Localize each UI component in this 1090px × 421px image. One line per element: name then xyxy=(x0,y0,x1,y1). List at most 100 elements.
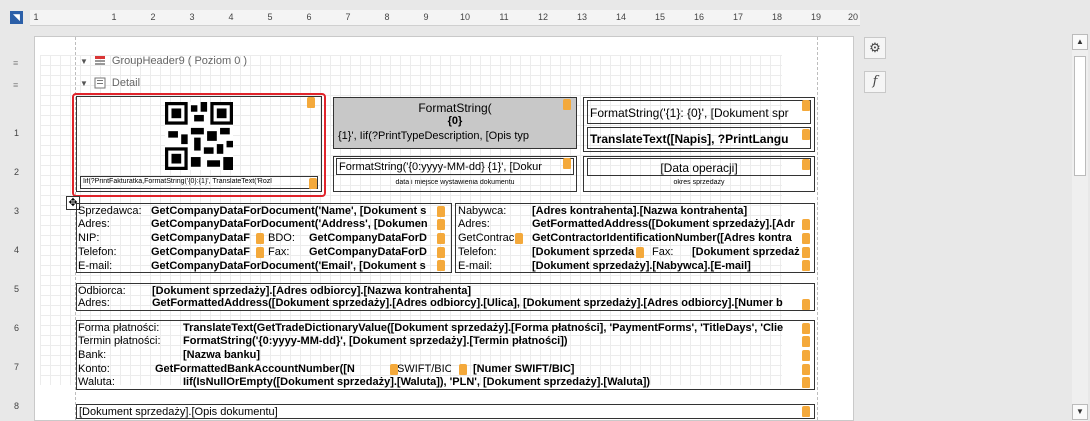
seller-label: Adres: xyxy=(78,218,110,230)
smart-tag-icon[interactable] xyxy=(636,247,644,258)
swift-label: SWIFT/BIC xyxy=(397,363,451,375)
vertical-scrollbar[interactable]: ▲ ▼ xyxy=(1072,34,1088,421)
band-group-header[interactable]: ▼ GroupHeader9 ( Poziom 0 ) xyxy=(80,51,247,71)
ruler-tick: 13 xyxy=(576,12,588,22)
ruler-tick: 5 xyxy=(267,12,273,22)
collapse-arrow-icon[interactable]: ▼ xyxy=(80,57,88,66)
seller-panel[interactable]: Sprzedawca: Adres: NIP: Telefon: E-mail:… xyxy=(76,203,452,273)
bank-account-field[interactable]: GetFormattedBankAccountNumber([N xyxy=(155,363,371,375)
recipient-panel[interactable]: Odbiorca: Adres: [Dokument sprzedaży].[A… xyxy=(76,283,815,311)
ruler-corner-icon[interactable]: ◥ xyxy=(10,11,23,24)
seller-name-field[interactable]: GetCompanyDataForDocument('Name', [Dokum… xyxy=(151,205,439,217)
recipient-name-field[interactable]: [Dokument sprzedaży].[Adres odbiorcy].[N… xyxy=(152,285,802,297)
sale-period-container[interactable]: [Data operacji] okres sprzedaży xyxy=(583,156,815,192)
field-text: FormatString('{1}: {0}', [Dokument spr xyxy=(590,106,789,120)
bank-name-field[interactable]: [Nazwa banku] xyxy=(183,349,805,361)
operation-date-field[interactable]: [Data operacji] xyxy=(587,158,811,176)
buyer-panel[interactable]: Nabywca: Adres: GetContrac Telefon: E-ma… xyxy=(455,203,815,273)
currency-field[interactable]: Iif(IsNullOrEmpty([Dokument sprzedaży].[… xyxy=(183,376,805,388)
collapse-arrow-icon[interactable]: ▼ xyxy=(80,79,88,88)
doc-number-field[interactable]: FormatString('{1}: {0}', [Dokument spr xyxy=(587,100,811,124)
buyer-fax-field[interactable]: [Dokument sprzedaż xyxy=(692,246,800,258)
smart-tag-icon[interactable] xyxy=(256,233,264,244)
swift-field[interactable]: [Numer SWIFT/BIC] xyxy=(473,363,803,375)
seller-bdo-label: BDO: xyxy=(268,232,295,244)
scroll-up-icon[interactable]: ▲ xyxy=(1072,34,1088,50)
smart-tag-icon[interactable] xyxy=(802,323,810,334)
scroll-thumb[interactable] xyxy=(1074,56,1086,176)
payment-term-field[interactable]: FormatString('{0:yyyy-MM-dd}', [Dokument… xyxy=(183,335,805,347)
ruler-tick: 2 xyxy=(14,167,20,177)
ruler-tick: 4 xyxy=(228,12,234,22)
seller-label: NIP: xyxy=(78,232,100,244)
smart-tag-icon[interactable] xyxy=(437,233,445,244)
smart-tag-icon[interactable] xyxy=(802,350,810,361)
ruler-tick: 5 xyxy=(14,284,20,294)
smart-tag-icon[interactable] xyxy=(802,247,810,258)
smart-tag-icon[interactable] xyxy=(437,260,445,271)
smart-tag-icon[interactable] xyxy=(459,364,467,375)
smart-tag-icon[interactable] xyxy=(802,406,810,417)
payment-panel[interactable]: Forma płatności: Termin płatności: Bank:… xyxy=(76,320,815,390)
vertical-ruler: ≡ ≡ 1 2 3 4 5 6 7 8 xyxy=(0,36,30,421)
seller-fax-field[interactable]: GetCompanyDataForD xyxy=(309,246,439,258)
band-menu-icon[interactable]: ≡ xyxy=(13,80,18,90)
margin-guide xyxy=(817,37,818,420)
smart-tag-icon[interactable] xyxy=(802,364,810,375)
issue-date-container[interactable]: FormatString('{0:yyyy-MM-dd} {1}', [Doku… xyxy=(333,156,577,192)
ruler-tick: 8 xyxy=(384,12,390,22)
gear-icon[interactable]: ⚙ xyxy=(864,37,886,59)
ruler-tick: 10 xyxy=(459,12,471,22)
ruler-tick: 14 xyxy=(615,12,627,22)
ruler-tick: 16 xyxy=(693,12,705,22)
buyer-phone-field[interactable]: [Dokument sprzeda xyxy=(532,246,640,258)
description-field[interactable]: [Dokument sprzedaży].[Opis dokumentu] xyxy=(76,404,815,419)
buyer-name-field[interactable]: [Adres kontrahenta].[Nazwa kontrahenta] xyxy=(532,205,800,217)
doc-title-field[interactable]: FormatString( {0} {1}', Iif(?PrintTypeDe… xyxy=(333,97,577,149)
seller-email-field[interactable]: GetCompanyDataForDocument('Email', [Doku… xyxy=(151,260,439,272)
payment-label: Waluta: xyxy=(78,376,115,388)
smart-tag-icon[interactable] xyxy=(802,129,810,140)
smart-tag-icon[interactable] xyxy=(563,99,571,110)
smart-tag-icon[interactable] xyxy=(437,247,445,258)
seller-nip-field[interactable]: GetCompanyDataF xyxy=(151,232,255,244)
buyer-email-field[interactable]: [Dokument sprzedaży].[Nabywca].[E-mail] xyxy=(532,260,800,272)
payment-label: Termin płatności: xyxy=(78,335,161,347)
recipient-address-field[interactable]: GetFormattedAddress([Dokument sprzedaży]… xyxy=(152,297,802,309)
seller-bdo-field[interactable]: GetCompanyDataForD xyxy=(309,232,439,244)
language-label-field[interactable]: TranslateText([Napis], ?PrintLangu xyxy=(587,127,811,149)
buyer-nip-field[interactable]: GetContractorIdentificationNumber([Adres… xyxy=(532,232,800,244)
ruler-tick: 8 xyxy=(14,401,20,411)
ruler-tick: 3 xyxy=(14,206,20,216)
band-menu-icon[interactable]: ≡ xyxy=(13,58,18,68)
smart-tag-icon[interactable] xyxy=(802,159,810,170)
smart-tag-icon[interactable] xyxy=(563,158,571,169)
function-icon[interactable]: f xyxy=(864,71,886,93)
smart-tag-icon[interactable] xyxy=(802,377,810,388)
issue-date-field[interactable]: FormatString('{0:yyyy-MM-dd} {1}', [Doku… xyxy=(336,158,574,175)
scroll-down-icon[interactable]: ▼ xyxy=(1072,404,1088,420)
seller-phone-field[interactable]: GetCompanyDataF xyxy=(151,246,255,258)
smart-tag-icon[interactable] xyxy=(802,260,810,271)
recipient-label: Odbiorca: xyxy=(78,285,126,297)
smart-tag-icon[interactable] xyxy=(802,336,810,347)
band-detail[interactable]: ▼ Detail xyxy=(80,73,140,93)
doc-number-container[interactable]: FormatString('{1}: {0}', [Dokument spr T… xyxy=(583,97,815,152)
seller-label: E-mail: xyxy=(78,260,113,272)
payment-form-field[interactable]: TranslateText(GetTradeDictionaryValue([D… xyxy=(183,322,805,334)
smart-tag-icon[interactable] xyxy=(437,206,445,217)
seller-address-field[interactable]: GetCompanyDataForDocument('Address', [Do… xyxy=(151,218,439,230)
field-text: TranslateText([Napis], ?PrintLangu xyxy=(590,132,789,146)
smart-tag-icon[interactable] xyxy=(256,247,264,258)
group-header-icon xyxy=(94,55,106,67)
smart-tag-icon[interactable] xyxy=(802,100,810,111)
smart-tag-icon[interactable] xyxy=(515,233,523,244)
buyer-address-field[interactable]: GetFormattedAddress([Dokument sprzedaży]… xyxy=(532,218,800,230)
smart-tag-icon[interactable] xyxy=(802,299,810,310)
smart-tag-icon[interactable] xyxy=(802,219,810,230)
smart-tag-icon[interactable] xyxy=(802,233,810,244)
field-text: FormatString('{0:yyyy-MM-dd} {1}', [Doku… xyxy=(339,161,542,173)
smart-tag-icon[interactable] xyxy=(390,364,398,375)
smart-tag-icon[interactable] xyxy=(437,219,445,230)
ruler-tick: 7 xyxy=(14,362,20,372)
